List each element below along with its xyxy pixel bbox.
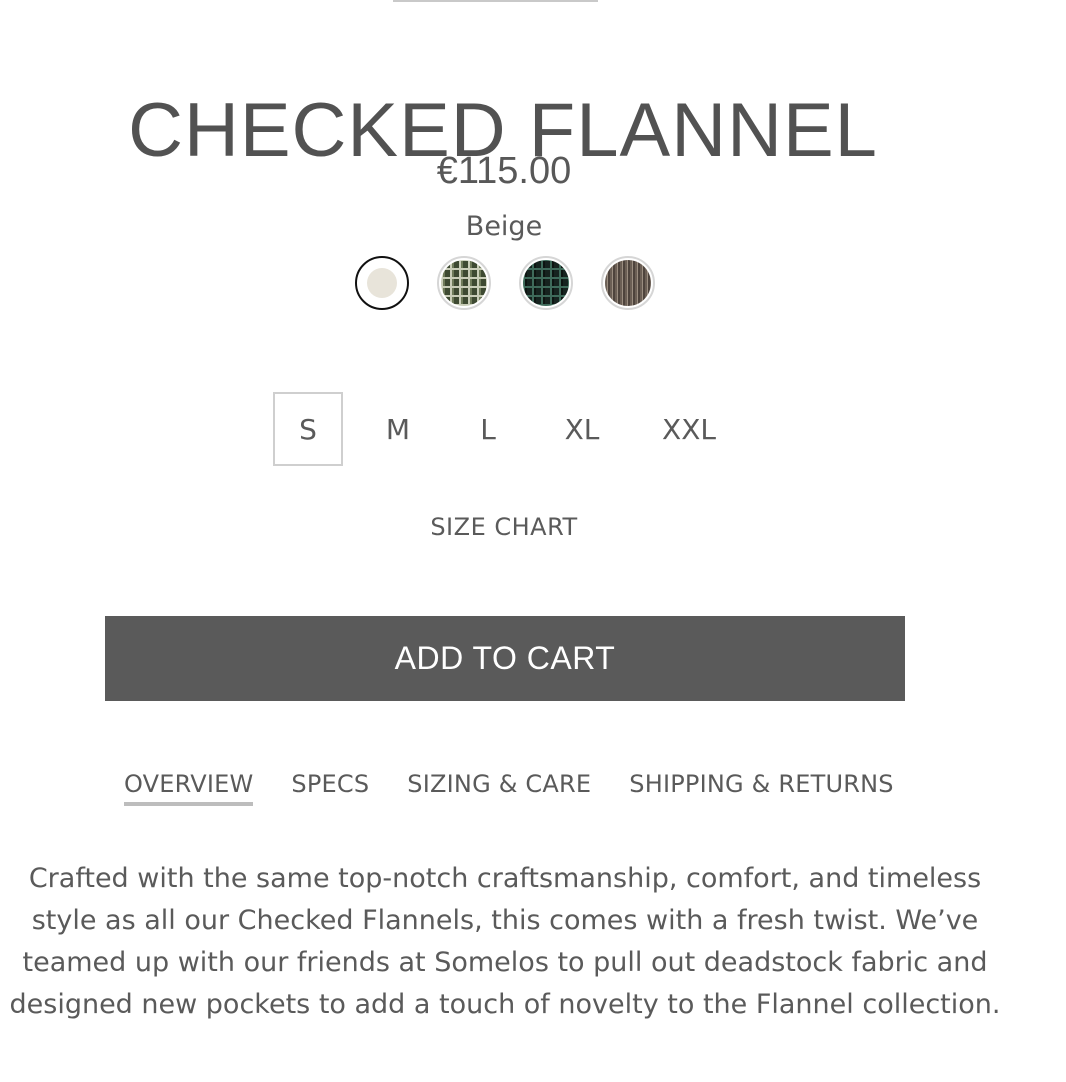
size-chart-link[interactable]: SIZE CHART xyxy=(0,512,1008,542)
color-swatches xyxy=(355,256,655,310)
product-description: Crafted with the same top-notch craftsma… xyxy=(0,858,1010,1026)
selected-color-label: Beige xyxy=(465,211,543,242)
tab-shipping-returns[interactable]: SHIPPING & RETURNS xyxy=(629,768,893,806)
beige-swatch[interactable] xyxy=(355,256,409,310)
size-option-xxl[interactable]: XXL xyxy=(641,392,737,466)
tab-sizing-care[interactable]: SIZING & CARE xyxy=(407,768,591,806)
swatch-fill xyxy=(523,260,569,306)
add-to-cart-button[interactable]: ADD TO CART xyxy=(105,616,905,701)
description-line: teamed up with our friends at Somelos to… xyxy=(22,947,988,978)
product-image-bottom-edge xyxy=(393,0,598,2)
size-option-xl[interactable]: XL xyxy=(523,392,641,466)
dark-green-check-swatch[interactable] xyxy=(519,256,573,310)
description-line: Crafted with the same top-notch craftsma… xyxy=(28,863,982,894)
tab-overview[interactable]: OVERVIEW xyxy=(124,768,254,806)
swatch-fill xyxy=(441,260,487,306)
green-check-swatch[interactable] xyxy=(437,256,491,310)
description-line: style as all our Checked Flannels, this … xyxy=(31,905,979,936)
brown-stripe-swatch[interactable] xyxy=(601,256,655,310)
swatch-fill xyxy=(605,260,651,306)
size-option-s[interactable]: S xyxy=(273,392,343,466)
size-option-m[interactable]: M xyxy=(343,392,453,466)
size-option-l[interactable]: L xyxy=(453,392,523,466)
product-info-tabs: OVERVIEW SPECS SIZING & CARE SHIPPING & … xyxy=(124,768,894,806)
size-selector: S M L XL XXL xyxy=(273,392,737,466)
product-price: €115.00 xyxy=(436,150,572,192)
swatch-fill xyxy=(367,268,397,298)
tab-specs[interactable]: SPECS xyxy=(291,768,369,806)
description-line: designed new pockets to add a touch of n… xyxy=(9,989,1001,1020)
